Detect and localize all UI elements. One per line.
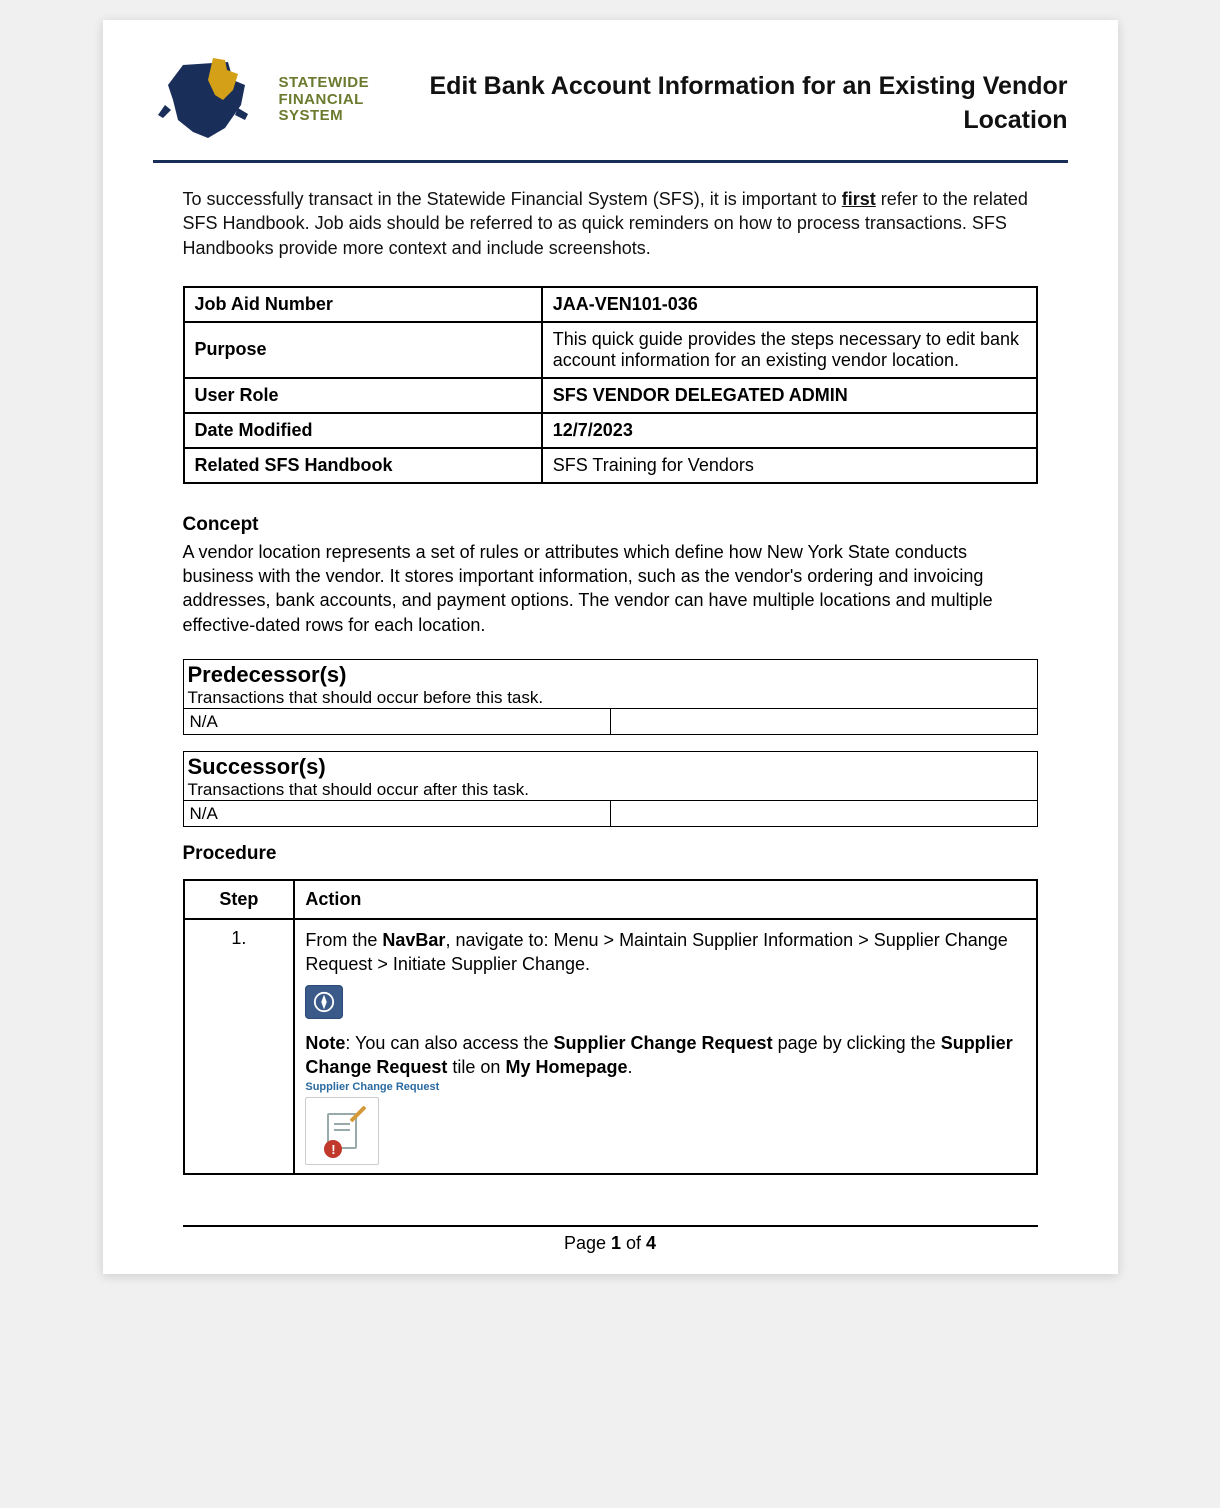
successor-title: Successor(s) bbox=[188, 754, 1031, 780]
document-page: STATEWIDE FINANCIAL SYSTEM Edit Bank Acc… bbox=[103, 20, 1118, 1274]
successor-header: Successor(s) Transactions that should oc… bbox=[183, 752, 1037, 801]
tile-caption: Supplier Change Request bbox=[305, 1081, 1025, 1093]
text: : You can also access the bbox=[345, 1033, 553, 1053]
concept-heading: Concept bbox=[183, 514, 1038, 536]
successor-subtitle: Transactions that should occur after thi… bbox=[188, 780, 1031, 800]
action-column-header: Action bbox=[294, 880, 1036, 919]
step-column-header: Step bbox=[184, 880, 295, 919]
text: Supplier Change Request bbox=[554, 1033, 773, 1053]
predecessor-header: Predecessor(s) Transactions that should … bbox=[183, 660, 1037, 709]
text: From the bbox=[305, 930, 382, 950]
logo-text: STATEWIDE FINANCIAL SYSTEM bbox=[279, 75, 370, 125]
action-note: Note: You can also access the Supplier C… bbox=[305, 1031, 1025, 1080]
logo-line1: STATEWIDE bbox=[279, 74, 370, 91]
procedure-table: Step Action 1. From the NavBar, navigate… bbox=[183, 879, 1038, 1175]
alert-badge-icon: ! bbox=[324, 1140, 342, 1158]
meta-label: User Role bbox=[184, 378, 542, 413]
text: page by clicking the bbox=[773, 1033, 941, 1053]
navbar-term: NavBar bbox=[382, 930, 445, 950]
page-footer: Page 1 of 4 bbox=[183, 1225, 1038, 1254]
logo-line3: SYSTEM bbox=[279, 107, 344, 124]
predecessor-table: Predecessor(s) Transactions that should … bbox=[183, 659, 1038, 735]
intro-pre: To successfully transact in the Statewid… bbox=[183, 189, 842, 209]
action-cell: From the NavBar, navigate to: Menu > Mai… bbox=[294, 919, 1036, 1174]
tile-graphic: ! bbox=[305, 1097, 379, 1165]
page-header: STATEWIDE FINANCIAL SYSTEM Edit Bank Acc… bbox=[153, 50, 1068, 163]
compass-icon bbox=[313, 991, 335, 1013]
table-row: Date Modified 12/7/2023 bbox=[184, 413, 1037, 448]
successor-table: Successor(s) Transactions that should oc… bbox=[183, 751, 1038, 827]
table-row: 1. From the NavBar, navigate to: Menu > … bbox=[184, 919, 1037, 1174]
note-label: Note bbox=[305, 1033, 345, 1053]
action-line-1: From the NavBar, navigate to: Menu > Mai… bbox=[305, 928, 1025, 977]
successor-empty bbox=[610, 801, 1037, 827]
text: My Homepage bbox=[505, 1057, 627, 1077]
navbar-compass-icon bbox=[305, 985, 343, 1019]
text: . bbox=[627, 1057, 632, 1077]
meta-value: JAA-VEN101-036 bbox=[542, 287, 1037, 322]
sfs-logo-graphic bbox=[153, 50, 273, 150]
meta-value: SFS Training for Vendors bbox=[542, 448, 1037, 483]
step-number: 1. bbox=[184, 919, 295, 1174]
text: tile on bbox=[447, 1057, 505, 1077]
intro-emphasis: first bbox=[842, 189, 876, 209]
predecessor-title: Predecessor(s) bbox=[188, 662, 1031, 688]
successor-value: N/A bbox=[183, 801, 610, 827]
table-row: Purpose This quick guide provides the st… bbox=[184, 322, 1037, 378]
logo-line2: FINANCIAL bbox=[279, 91, 364, 108]
predecessor-subtitle: Transactions that should occur before th… bbox=[188, 688, 1031, 708]
meta-label: Date Modified bbox=[184, 413, 542, 448]
page-title: Edit Bank Account Information for an Exi… bbox=[369, 50, 1067, 138]
meta-value: This quick guide provides the steps nece… bbox=[542, 322, 1037, 378]
table-row: Job Aid Number JAA-VEN101-036 bbox=[184, 287, 1037, 322]
meta-label: Purpose bbox=[184, 322, 542, 378]
table-row: User Role SFS VENDOR DELEGATED ADMIN bbox=[184, 378, 1037, 413]
procedure-heading: Procedure bbox=[183, 843, 1038, 865]
intro-paragraph: To successfully transact in the Statewid… bbox=[183, 187, 1038, 260]
concept-body: A vendor location represents a set of ru… bbox=[183, 540, 1038, 637]
table-row: N/A bbox=[183, 801, 1037, 827]
footer-mid: of bbox=[621, 1233, 646, 1253]
meta-value: SFS VENDOR DELEGATED ADMIN bbox=[542, 378, 1037, 413]
table-row: Related SFS Handbook SFS Training for Ve… bbox=[184, 448, 1037, 483]
predecessor-value: N/A bbox=[183, 709, 610, 735]
predecessor-empty bbox=[610, 709, 1037, 735]
meta-label: Job Aid Number bbox=[184, 287, 542, 322]
table-row: N/A bbox=[183, 709, 1037, 735]
meta-value: 12/7/2023 bbox=[542, 413, 1037, 448]
table-header-row: Step Action bbox=[184, 880, 1037, 919]
metadata-table: Job Aid Number JAA-VEN101-036 Purpose Th… bbox=[183, 286, 1038, 484]
sfs-logo: STATEWIDE FINANCIAL SYSTEM bbox=[153, 50, 370, 150]
meta-label: Related SFS Handbook bbox=[184, 448, 542, 483]
footer-total-pages: 4 bbox=[646, 1233, 656, 1253]
footer-current-page: 1 bbox=[611, 1233, 621, 1253]
supplier-change-request-tile: Supplier Change Request ! bbox=[305, 1081, 1025, 1165]
footer-pre: Page bbox=[564, 1233, 611, 1253]
page-content: To successfully transact in the Statewid… bbox=[153, 187, 1068, 1195]
